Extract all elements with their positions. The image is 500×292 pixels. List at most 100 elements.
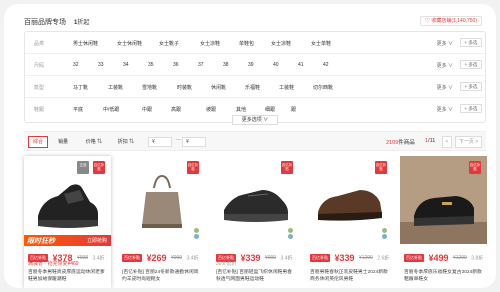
filter-option[interactable]: 38 [223,62,229,68]
filter-option[interactable]: 男士休闲鞋 [73,40,98,47]
product-title[interactable]: [百亿补贴] 百丽24冬新款通勤休闲简约羊皮时尚短靴女 [122,269,202,283]
product-title[interactable]: 百丽男鞋春秋正装皮鞋男士2024新款商务休闲英伦风男鞋 [310,269,390,283]
product-list-page: 百丽品牌专场 1折起 ♡ 收藏店铺(1,140,750) 品类 男士休闲鞋 女士… [4,4,496,288]
filter-option[interactable]: 马丁靴 [73,84,88,91]
product-card[interactable]: 百亿补贴 百亿补贴 ¥269 ¥999 3.4折 [百亿补贴] 百丽24冬新款通… [118,156,205,288]
price-min-input[interactable]: ¥ [148,137,172,147]
sort-price-tab[interactable]: 价格 ⇅ [82,136,106,148]
color-swatches[interactable] [382,228,388,240]
prev-page-button[interactable]: < [442,136,452,148]
filter-option[interactable]: 37 [198,62,204,68]
current-price: ¥269 [146,252,167,263]
filter-option[interactable]: 中/低跟 [103,106,119,113]
color-swatches[interactable] [194,228,200,240]
page-title: 百丽品牌专场 [24,19,66,26]
filter-row-size: 尺码 32 33 34 35 36 37 38 39 40 41 42 更多 ∨… [25,54,485,76]
filter-multi-button[interactable]: + 多选 [460,38,482,47]
discount-rate: 3.8折 [471,255,484,262]
show-more-options-button[interactable]: 更多选项 ∨ [232,115,278,125]
filter-option[interactable]: 36 [173,62,179,68]
filter-multi-button[interactable]: + 多选 [460,104,482,113]
subsidy-tag: 百亿补贴 [281,161,293,174]
filter-option[interactable]: 中跟 [142,106,152,113]
subsidy-badge: 百亿补贴 [122,253,142,262]
filter-multi-button[interactable]: + 多选 [460,82,482,91]
product-card[interactable]: 百亿补贴 正品 限时狂秒 立即抢购 百亿补贴 ¥378 ¥998 3.4折 满减… [24,156,111,288]
flash-sale-banner[interactable]: 限时狂秒 立即抢购 [24,235,111,246]
current-price: ¥499 [428,252,449,263]
filter-option[interactable]: 女士休闲鞋 [117,40,142,47]
filter-option[interactable]: 女士靴子 [159,40,179,47]
genuine-tag: 正品 [77,161,89,174]
filter-option[interactable]: 高跟 [171,106,181,113]
filter-label: 品类 [34,41,45,47]
filter-option[interactable]: 细跟 [265,106,275,113]
range-separator: — [176,137,181,143]
filter-option[interactable]: 工装鞋 [279,84,294,91]
filter-label: 鞋跟 [34,107,45,113]
sort-sales-tab[interactable]: 销量 [54,136,72,148]
subsidy-tag: 百亿补贴 [93,161,105,174]
filter-label: 尺码 [34,63,45,69]
filter-more-button[interactable]: 更多 ∨ [437,40,453,47]
filter-label: 款型 [34,85,45,91]
filter-option[interactable]: 32 [73,62,79,68]
original-price: ¥999 [170,254,183,261]
filter-more-button[interactable]: 更多 ∨ [437,62,453,69]
product-title[interactable]: 百丽冬季男鞋真皮厚底运动休闲老爹鞋男加绒保暖潮鞋 [28,269,108,283]
filter-option[interactable]: 坡跟 [206,106,216,113]
sort-default-tab[interactable]: 综合 [28,136,48,148]
filter-option[interactable]: 女士单鞋 [311,40,331,47]
filter-more-button[interactable]: 更多 ∨ [437,106,453,113]
product-card[interactable]: 百亿补贴 百亿补贴 ¥499 ¥1299 3.8折 百丽冬季厚底乐福鞋女复古20… [400,156,487,288]
subsidy-tag: 百亿补贴 [187,161,199,174]
filter-option[interactable]: 其他 [236,106,246,113]
filter-option[interactable]: 34 [123,62,129,68]
product-card[interactable]: 百亿补贴 百亿补贴 ¥339 ¥1299 2.6折 百丽男鞋春秋正装皮鞋男士20… [306,156,393,288]
subsidy-tag: 百亿补贴 [375,161,387,174]
price-row: 百亿补贴 ¥339 ¥1299 2.6折 [310,249,389,267]
page-indicator: 1/11 [425,138,436,144]
filter-option[interactable]: 雪地靴 [142,84,157,91]
filter-row-style: 款型 马丁靴 工装靴 雪地靴 时装靴 休闲靴 乐福鞋 工装鞋 切尔西靴 更多 ∨… [25,76,485,98]
filter-option[interactable]: 女士凉鞋 [271,40,291,47]
filter-option[interactable]: 35 [148,62,154,68]
filter-option[interactable]: 39 [248,62,254,68]
current-price: ¥339 [240,252,261,263]
color-swatches[interactable] [288,228,294,240]
filter-option[interactable]: 休闲靴 [211,84,226,91]
promo-note: 满减省 · 抢完恢复¥469 [28,261,79,267]
product-title[interactable]: [百亿补贴] 百丽轻盈飞织休闲鞋男春秋透气网面男鞋运动鞋 [216,269,296,283]
product-title[interactable]: 百丽冬季厚底乐福鞋女复古2024新款粗跟单鞋女 [404,269,484,283]
discount-info: 1折起 [74,20,90,26]
filter-multi-button[interactable]: + 多选 [460,60,482,69]
filter-option[interactable]: 单鞋包 [239,40,254,47]
filter-option[interactable]: 41 [298,62,304,68]
filter-option[interactable]: 女士凉鞋 [200,40,220,47]
original-price: ¥998 [76,254,89,261]
sort-discount-tab[interactable]: 折扣 ⇅ [114,136,138,148]
discount-rate: 3.4折 [92,255,105,262]
filter-option[interactable]: 40 [273,62,279,68]
filter-option[interactable]: 33 [98,62,104,68]
price-max-input[interactable]: ¥ [182,137,206,147]
current-price: ¥339 [334,252,355,263]
filter-option[interactable]: 切尔西靴 [313,84,333,91]
filter-option[interactable]: 42 [323,62,329,68]
filter-option[interactable]: 跟 [291,106,296,113]
subsidy-tag: 百亿补贴 [469,161,481,174]
filter-option[interactable]: 平底 [73,106,83,113]
next-page-button[interactable]: 下一页 > [455,136,482,148]
filter-option[interactable]: 乐福鞋 [245,84,260,91]
discount-rate: 3.4折 [280,255,293,262]
discount-rate: 3.4折 [186,255,199,262]
favorite-store-button[interactable]: ♡ 收藏店铺(1,140,750) [420,16,482,26]
filter-option[interactable]: 时装靴 [177,84,192,91]
product-card[interactable]: 百亿补贴 百亿补贴 ¥339 ¥999 3.4折 30天低价 [百亿补贴] 百丽… [212,156,299,288]
discount-rate: 2.6折 [377,255,390,262]
filter-panel: 品类 男士休闲鞋 女士休闲鞋 女士靴子 女士凉鞋 单鞋包 女士凉鞋 女士单鞋 更… [24,31,486,123]
filter-more-button[interactable]: 更多 ∨ [437,84,453,91]
original-price: ¥999 [264,254,277,261]
filter-option[interactable]: 工装靴 [108,84,123,91]
price-row: 百亿补贴 ¥499 ¥1299 3.8折 [404,249,483,267]
